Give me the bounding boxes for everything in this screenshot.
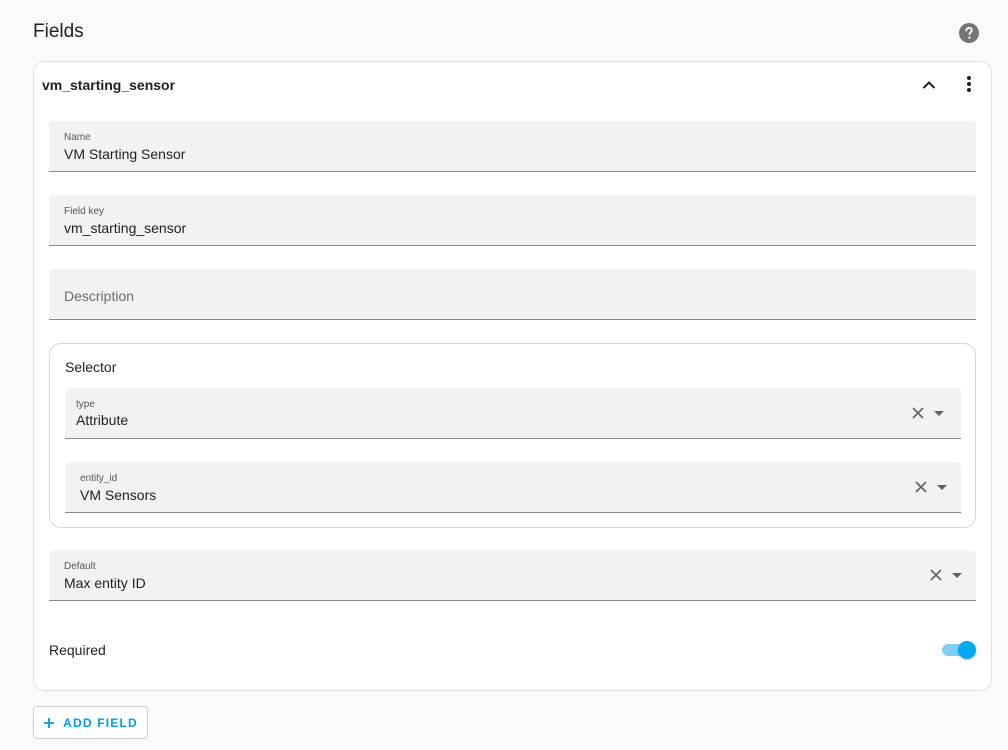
help-icon[interactable] [959,23,979,43]
selector-entity-id-field[interactable]: entity_id VM Sensors [65,462,961,513]
selector-group: Selector type Attribute entity_id VM Sen… [49,343,976,528]
field-key-label: Field key [64,206,105,217]
field-key-field[interactable]: Field key vm_starting_sensor [49,195,976,246]
required-toggle[interactable] [942,639,976,659]
page: Fields vm_starting_sensor Name VM Starti… [0,0,1008,750]
name-field-label: Name [64,132,91,143]
dropdown-arrow-icon[interactable] [932,406,946,420]
dropdown-arrow-icon[interactable] [950,568,964,582]
default-field-label: Default [64,561,96,572]
dropdown-arrow-icon[interactable] [935,480,949,494]
default-field-value: Max entity ID [64,575,146,591]
field-key-value: vm_starting_sensor [64,220,187,236]
selector-type-label: type [76,399,95,410]
selector-type-value: Attribute [76,412,129,428]
toggle-thumb [958,641,976,659]
clear-icon[interactable] [929,568,943,582]
field-card-title[interactable]: vm_starting_sensor [42,77,175,93]
name-field[interactable]: Name VM Starting Sensor [49,121,976,172]
description-placeholder: Description [64,288,135,304]
clear-icon[interactable] [914,480,928,494]
name-field-value: VM Starting Sensor [64,146,186,162]
description-field[interactable]: Description [49,269,976,320]
selector-label: Selector [65,359,117,375]
add-field-button[interactable]: ADD FIELD [33,706,148,739]
add-field-label: ADD FIELD [63,715,138,730]
dots-vertical-icon[interactable] [959,74,979,94]
default-field[interactable]: Default Max entity ID [49,550,976,601]
required-label: Required [49,642,106,658]
chevron-up-icon[interactable] [920,76,938,94]
plus-icon [44,717,55,728]
entity-id-label: entity_id [80,473,118,484]
page-title: Fields [33,21,84,42]
clear-icon[interactable] [911,406,925,420]
entity-id-value: VM Sensors [80,487,157,503]
field-card: vm_starting_sensor Name VM Starting Sens… [33,61,992,691]
selector-type-field[interactable]: type Attribute [65,388,961,439]
